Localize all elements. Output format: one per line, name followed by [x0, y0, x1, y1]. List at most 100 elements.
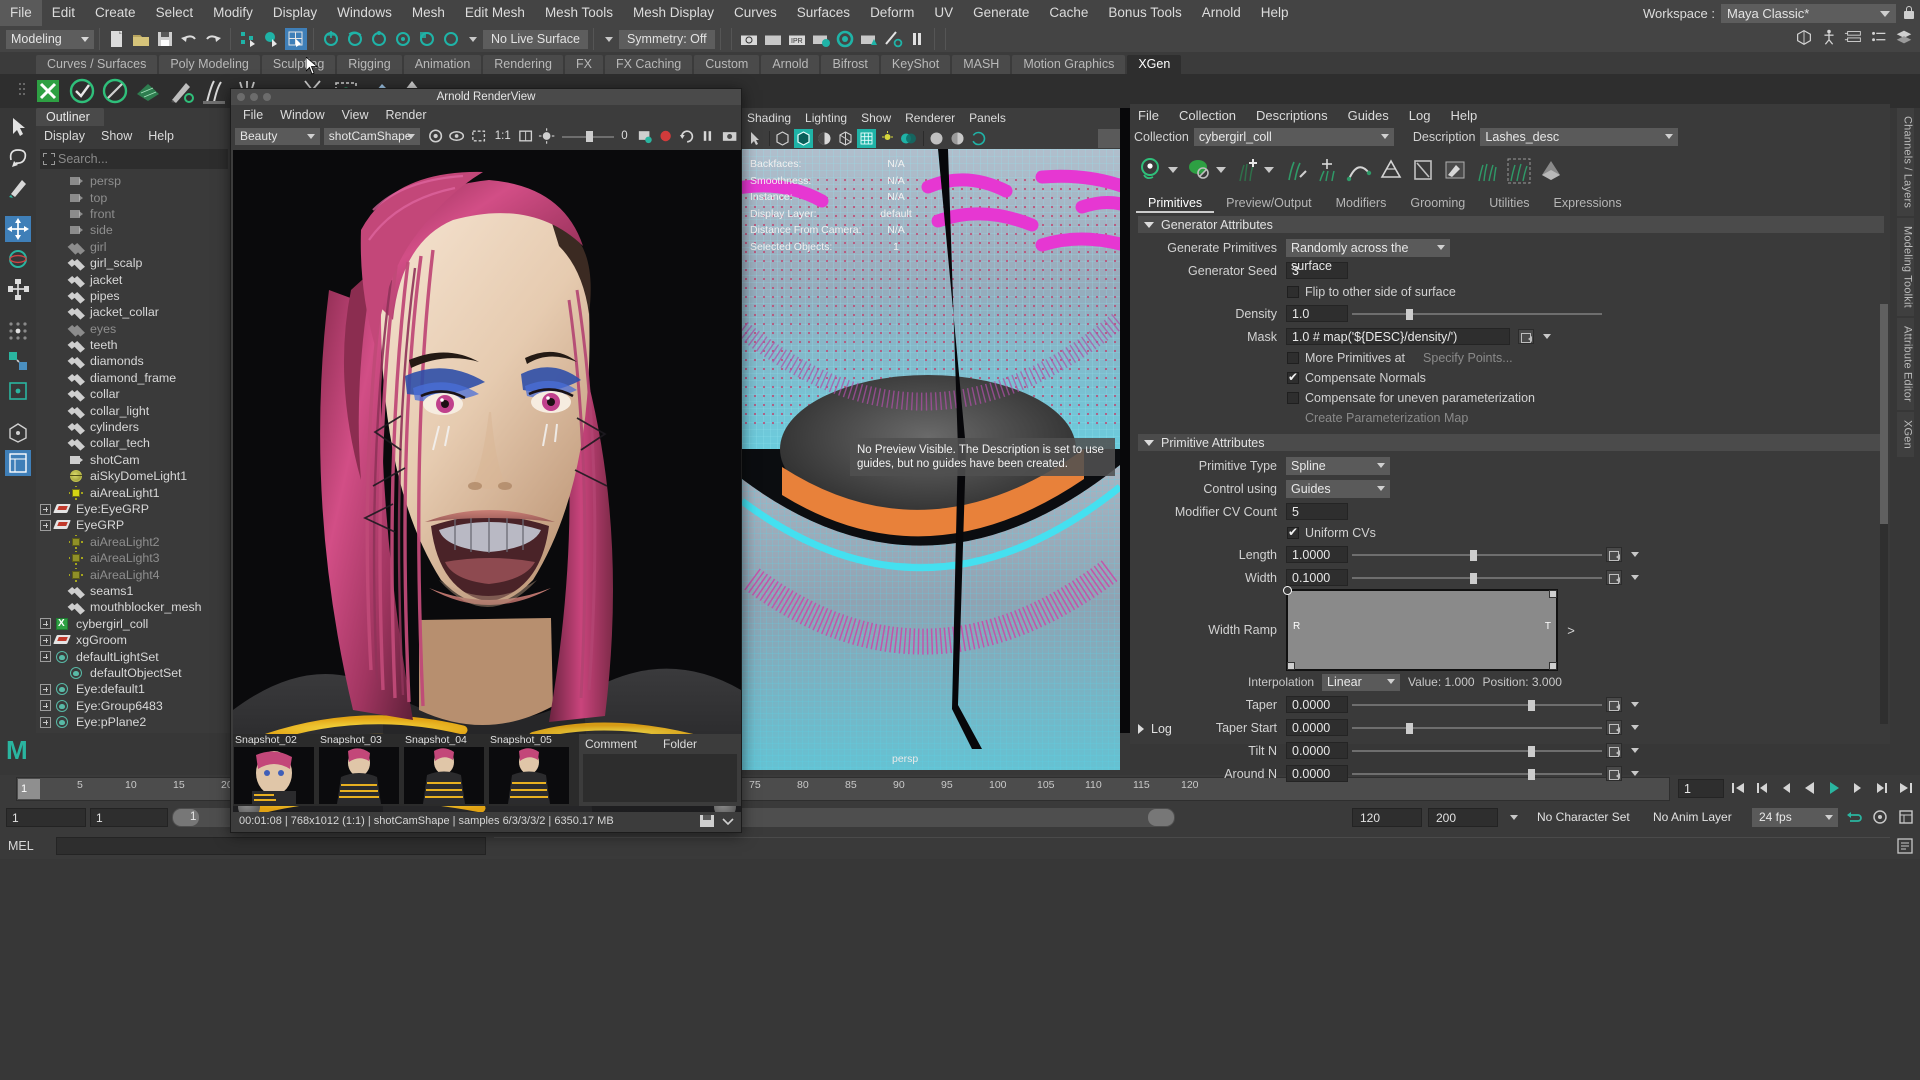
control-using-dropdown[interactable]: Guides [1286, 479, 1390, 498]
render-current-frame-icon[interactable] [738, 28, 760, 50]
interpolation-dropdown[interactable]: Linear [1322, 673, 1401, 691]
textured-icon[interactable] [836, 129, 855, 148]
create-parameterization-map-button[interactable]: Create Parameterization Map [1305, 411, 1468, 425]
move-tool[interactable] [5, 216, 31, 242]
more-primitives-checkbox[interactable] [1287, 352, 1299, 364]
outliner-item-jacket-collar[interactable]: jacket_collar [36, 304, 232, 320]
snapshot-item[interactable]: Snapshot_02 [233, 734, 316, 806]
render-view-icon[interactable] [858, 28, 880, 50]
rendering-flags-icon[interactable] [882, 28, 904, 50]
clear-icon[interactable] [1408, 153, 1438, 187]
preview-toggle-icon[interactable] [1184, 153, 1214, 187]
outliner-item-eye-eyegrp[interactable]: Eye:EyeGRP [36, 501, 232, 517]
chevron-down-icon[interactable] [1631, 702, 1639, 707]
mask-map-button[interactable] [1518, 329, 1534, 344]
width-map-button[interactable] [1606, 570, 1622, 585]
viewport-menu-lighting[interactable]: Lighting [805, 111, 847, 125]
outliner-item-aiarealight3[interactable]: aiAreaLight3 [36, 550, 232, 566]
mask-paint-icon[interactable] [1440, 153, 1470, 187]
compensate-normals-checkbox[interactable] [1287, 370, 1299, 384]
menu-cache[interactable]: Cache [1039, 0, 1098, 26]
density-input[interactable]: 1.0 [1286, 305, 1348, 322]
shadows-icon[interactable] [969, 129, 988, 148]
outliner-menu-display[interactable]: Display [44, 129, 85, 143]
outliner-item-collar-light[interactable]: collar_light [36, 402, 232, 418]
show-channel-box-icon[interactable] [1869, 27, 1889, 47]
scale-tool[interactable] [5, 276, 31, 302]
menu-create[interactable]: Create [85, 0, 146, 26]
add-primitive-icon[interactable] [1312, 153, 1342, 187]
xgen-guide-icon[interactable] [199, 76, 229, 106]
xgen-menu-help[interactable]: Help [1450, 108, 1477, 123]
undo-icon[interactable] [178, 28, 200, 50]
xgen-tab-expressions[interactable]: Expressions [1542, 194, 1634, 213]
taper-slider[interactable] [1352, 698, 1602, 712]
generate-primitives-dropdown[interactable]: Randomly across the surface [1286, 238, 1450, 273]
outliner-tab-label[interactable]: Outliner [36, 108, 104, 126]
expand-toggle-icon[interactable] [40, 700, 51, 712]
fps-dropdown[interactable]: 24 fps [1752, 807, 1838, 827]
grid-icon[interactable] [857, 128, 876, 148]
animation-preferences-icon[interactable] [1896, 807, 1916, 827]
viewport-color-swatch[interactable] [1098, 128, 1120, 148]
ramp-marker[interactable] [1549, 662, 1557, 670]
xgen-create-description-icon[interactable] [34, 76, 64, 106]
outliner-item-seams1[interactable]: seams1 [36, 583, 232, 599]
xgen-log-section-header[interactable]: Log [1138, 720, 1172, 738]
outliner-item-aiarealight4[interactable]: aiAreaLight4 [36, 566, 232, 582]
around-n-slider[interactable] [1352, 767, 1602, 781]
outliner-item-top[interactable]: top [36, 189, 232, 205]
expand-toggle-icon[interactable] [40, 651, 51, 663]
specify-points-button[interactable]: Specify Points... [1423, 351, 1513, 365]
renderview-menu-render[interactable]: Render [386, 108, 427, 122]
snap-to-grid-icon[interactable] [320, 28, 342, 50]
density-slider[interactable] [1352, 307, 1602, 321]
shelf-tab-fx[interactable]: FX [564, 55, 603, 74]
outliner-item-eye-group6483[interactable]: Eye:Group6483 [36, 698, 232, 714]
show-modeling-toolkit-icon[interactable] [1794, 27, 1814, 47]
around-n-input[interactable]: 0.0000 [1286, 765, 1348, 782]
xgen-tab-utilities[interactable]: Utilities [1477, 194, 1541, 213]
xgen-disable-icon[interactable] [100, 76, 130, 106]
exposure-icon[interactable] [537, 126, 556, 146]
snapshot-item[interactable]: Snapshot_05 [488, 734, 571, 806]
outliner-item-girl[interactable]: girl [36, 239, 232, 255]
expand-toggle-icon[interactable] [40, 503, 51, 515]
shelf-tab-sculpting[interactable]: Sculpting [261, 55, 336, 74]
playback-loop-icon[interactable] [1844, 807, 1864, 827]
xgen-menu-file[interactable]: File [1138, 108, 1159, 123]
shelf-handle[interactable] [10, 76, 34, 106]
zoom-ratio-label[interactable]: 1:1 [490, 130, 516, 142]
tilt-n-map-button[interactable] [1606, 743, 1622, 758]
snap-toggle-tool[interactable] [5, 378, 31, 404]
menu-mesh-tools[interactable]: Mesh Tools [535, 0, 623, 26]
refresh-icon[interactable] [677, 126, 696, 146]
sculpt-guide-icon[interactable] [1280, 153, 1310, 187]
shelf-tab-keyshot[interactable]: KeyShot [880, 55, 951, 74]
tab-channels-layers[interactable]: Channels / Layers [1896, 108, 1914, 217]
menu-modify[interactable]: Modify [203, 0, 263, 26]
menuset-dropdown[interactable]: Modeling [6, 29, 94, 49]
menu-display[interactable]: Display [263, 0, 327, 26]
render-region-icon[interactable] [426, 126, 445, 146]
guide-from-curve-icon[interactable] [1344, 153, 1374, 187]
xgen-panel-scrollbar[interactable] [1880, 304, 1888, 724]
render-settings-icon[interactable] [810, 28, 832, 50]
folder-label[interactable]: Folder [663, 737, 697, 751]
mask-input[interactable]: 1.0 # map('${DESC}/density/') [1286, 328, 1510, 345]
width-slider[interactable] [1352, 571, 1602, 585]
outliner-item-eyes[interactable]: eyes [36, 321, 232, 337]
snap-to-point-icon[interactable] [368, 28, 390, 50]
ipr-render-icon[interactable]: IPR [786, 28, 808, 50]
chevron-down-icon[interactable] [1631, 771, 1639, 776]
range-end-field[interactable]: 200 [1428, 807, 1498, 827]
snap-to-curve-icon[interactable] [344, 28, 366, 50]
outliner-item-diamond-frame[interactable]: diamond_frame [36, 370, 232, 386]
outliner-item-aiarealight2[interactable]: aiAreaLight2 [36, 534, 232, 550]
chevron-down-icon[interactable] [1510, 814, 1518, 820]
ipr-lock-icon[interactable] [447, 126, 466, 146]
shelf-tab-arnold[interactable]: Arnold [761, 55, 820, 74]
outliner-item-defaultlightset[interactable]: defaultLightSet [36, 648, 232, 664]
ramp-marker[interactable] [1549, 590, 1557, 598]
expand-toggle-icon[interactable] [40, 519, 51, 531]
